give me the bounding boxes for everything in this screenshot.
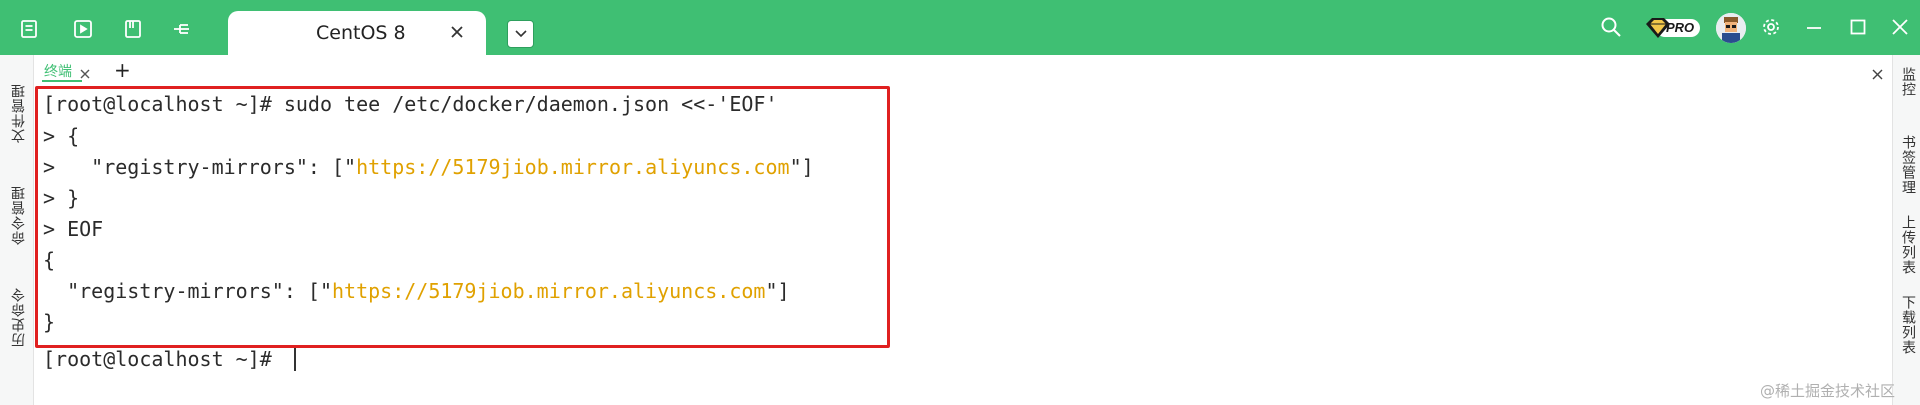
tab-dropdown-button[interactable] <box>507 20 534 48</box>
upload-list-tab[interactable]: 上传列表 <box>1898 215 1918 275</box>
maximize-icon[interactable] <box>1848 17 1868 37</box>
file-manager-tab[interactable]: 文件管理 <box>9 83 29 143</box>
pro-label: PRO <box>1666 20 1695 35</box>
close-icon[interactable] <box>448 23 466 41</box>
tab-title: CentOS 8 <box>316 22 406 44</box>
left-side-panel: 文件管理 命令管理 历史命令 <box>0 55 34 405</box>
terminal-play-icon[interactable] <box>72 18 94 40</box>
avatar[interactable] <box>1716 13 1746 43</box>
gear-icon[interactable] <box>1761 17 1781 37</box>
minimize-icon[interactable] <box>1804 17 1824 37</box>
tab-centos-8[interactable]: CentOS 8 <box>228 11 486 55</box>
split-icon[interactable] <box>170 18 192 40</box>
highlight-box <box>35 86 890 348</box>
tab-terminal[interactable]: 终端 <box>44 61 72 81</box>
server-list-icon[interactable] <box>18 18 40 40</box>
history-commands-tab[interactable]: 历史命令 <box>9 287 29 347</box>
terminal-prompt: [root@localhost ~]# <box>43 347 284 371</box>
notebook-icon[interactable] <box>122 18 144 40</box>
vip-badge-icon[interactable]: PRO <box>1642 15 1702 41</box>
command-manager-tab[interactable]: 命令管理 <box>9 185 29 245</box>
terminal-prompt-line: [root@localhost ~]# <box>43 346 296 372</box>
monitor-tab[interactable]: 监控 <box>1898 67 1918 97</box>
terminal-tab-bar: 终端 + <box>34 55 1892 83</box>
add-tab-button[interactable]: + <box>114 58 131 82</box>
window-close-icon[interactable] <box>1890 17 1910 37</box>
right-side-panel: 监控 书签管理 上传列表 下载列表 <box>1892 55 1920 405</box>
close-icon[interactable] <box>1872 65 1883 80</box>
close-icon[interactable] <box>80 64 90 79</box>
title-bar: CentOS 8 PRO <box>0 0 1920 55</box>
bookmark-manager-tab[interactable]: 书签管理 <box>1898 135 1918 195</box>
text-cursor <box>293 347 296 371</box>
active-tab-indicator <box>42 80 82 82</box>
watermark: @稀土掘金技术社区 <box>1760 382 1896 400</box>
download-list-tab[interactable]: 下载列表 <box>1898 295 1918 355</box>
search-icon[interactable] <box>1600 16 1622 38</box>
